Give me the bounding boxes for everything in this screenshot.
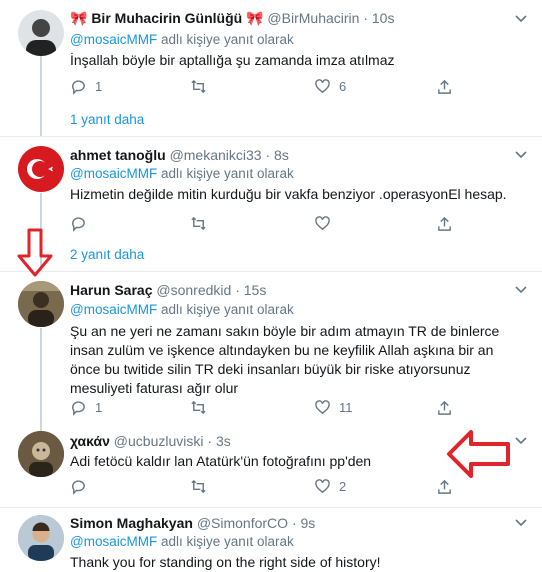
heart-icon: [315, 399, 330, 414]
tweet[interactable]: 🎀 Bir Muhacirin Günlüğü 🎀 @BirMuhacirin …: [0, 0, 542, 137]
display-name[interactable]: ahmet tanoğlu: [70, 147, 166, 163]
retweet-button[interactable]: [190, 477, 215, 495]
timestamp[interactable]: 10s: [372, 10, 395, 26]
thread-line: [40, 56, 42, 136]
handle[interactable]: @ucbuzluviski: [114, 433, 204, 449]
retweet-icon: [191, 79, 206, 93]
chevron-down-icon[interactable]: [514, 150, 528, 160]
tweet[interactable]: Harun Saraç @sonredkid · 15s @mosaicMMF …: [0, 272, 542, 438]
like-button[interactable]: [314, 214, 339, 232]
timestamp[interactable]: 15s: [244, 282, 267, 298]
reply-icon: [71, 479, 85, 495]
chevron-down-icon[interactable]: [514, 518, 528, 528]
mention-link[interactable]: @mosaicMMF: [70, 166, 157, 181]
handle[interactable]: @SimonforCO: [197, 515, 288, 531]
retweet-button[interactable]: [190, 398, 215, 416]
display-name[interactable]: Harun Saraç: [70, 282, 152, 298]
avatar[interactable]: [18, 10, 64, 56]
chevron-down-icon[interactable]: [514, 285, 528, 295]
tweet-text: Thank you for standing on the right side…: [70, 554, 381, 570]
heart-icon: [315, 215, 330, 230]
tweet-text: Hizmetin değilde mitin kurduğu bir vakfa…: [70, 186, 507, 202]
mention-link[interactable]: @mosaicMMF: [70, 534, 157, 549]
chevron-down-icon[interactable]: [514, 436, 528, 446]
timestamp[interactable]: 8s: [274, 147, 289, 163]
reply-icon: [71, 400, 85, 416]
handle[interactable]: @BirMuhacirin: [267, 10, 359, 26]
avatar[interactable]: [18, 281, 64, 327]
avatar[interactable]: [18, 515, 64, 561]
tweet-text: İnşallah böyle bir aptallığa şu zamanda …: [70, 52, 395, 68]
more-replies-link[interactable]: 1 yanıt daha: [70, 112, 144, 127]
timestamp[interactable]: 9s: [301, 515, 316, 531]
share-icon: [438, 479, 451, 494]
avatar[interactable]: [18, 146, 64, 192]
reply-context: @mosaicMMF adlı kişiye yanıt olarak: [70, 32, 294, 47]
share-icon: [438, 400, 451, 415]
reply-icon: [71, 79, 85, 95]
share-button[interactable]: [436, 398, 453, 416]
share-icon: [438, 79, 451, 94]
chevron-down-icon[interactable]: [514, 14, 528, 24]
retweet-icon: [191, 479, 206, 493]
reply-context: @mosaicMMF adlı kişiye yanıt olarak: [70, 534, 294, 549]
timestamp[interactable]: 3s: [216, 433, 231, 449]
reply-button[interactable]: [70, 214, 95, 232]
heart-icon: [315, 478, 330, 493]
reply-icon: [71, 216, 85, 232]
arrow-down-annotation: [17, 228, 53, 277]
reply-context: @mosaicMMF adlı kişiye yanıt olarak: [70, 166, 294, 181]
handle[interactable]: @mekanikci33: [170, 147, 262, 163]
display-name[interactable]: Simon Maghakyan: [70, 515, 193, 531]
tweet[interactable]: Simon Maghakyan @SimonforCO · 9s @mosaic…: [0, 508, 542, 571]
retweet-button[interactable]: [190, 77, 215, 95]
retweet-button[interactable]: [190, 214, 215, 232]
display-name[interactable]: χακάν: [70, 433, 110, 449]
mention-link[interactable]: @mosaicMMF: [70, 302, 157, 317]
heart-icon: [315, 78, 330, 93]
like-button[interactable]: 6: [314, 77, 346, 95]
thread-line: [40, 328, 42, 438]
tweet-text: Şu an ne yeri ne zamanı sakın böyle bir …: [70, 323, 500, 396]
share-button[interactable]: [436, 214, 453, 232]
handle[interactable]: @sonredkid: [156, 282, 231, 298]
reply-context: @mosaicMMF adlı kişiye yanıt olarak: [70, 302, 294, 317]
share-button[interactable]: [436, 77, 453, 95]
share-icon: [438, 216, 451, 231]
reply-button[interactable]: [70, 477, 95, 495]
display-name[interactable]: 🎀 Bir Muhacirin Günlüğü 🎀: [70, 10, 264, 26]
retweet-icon: [191, 216, 206, 230]
avatar[interactable]: [18, 431, 64, 477]
more-replies-link[interactable]: 2 yanıt daha: [70, 247, 144, 262]
retweet-icon: [191, 400, 206, 414]
tweet[interactable]: ahmet tanoğlu @mekanikci33 · 8s @mosaicM…: [0, 137, 542, 272]
reply-button[interactable]: 1: [70, 398, 102, 416]
reply-button[interactable]: 1: [70, 77, 102, 95]
like-button[interactable]: 2: [314, 477, 346, 495]
mention-link[interactable]: @mosaicMMF: [70, 32, 157, 47]
like-button[interactable]: 11: [314, 398, 353, 416]
arrow-left-annotation: [447, 430, 510, 478]
